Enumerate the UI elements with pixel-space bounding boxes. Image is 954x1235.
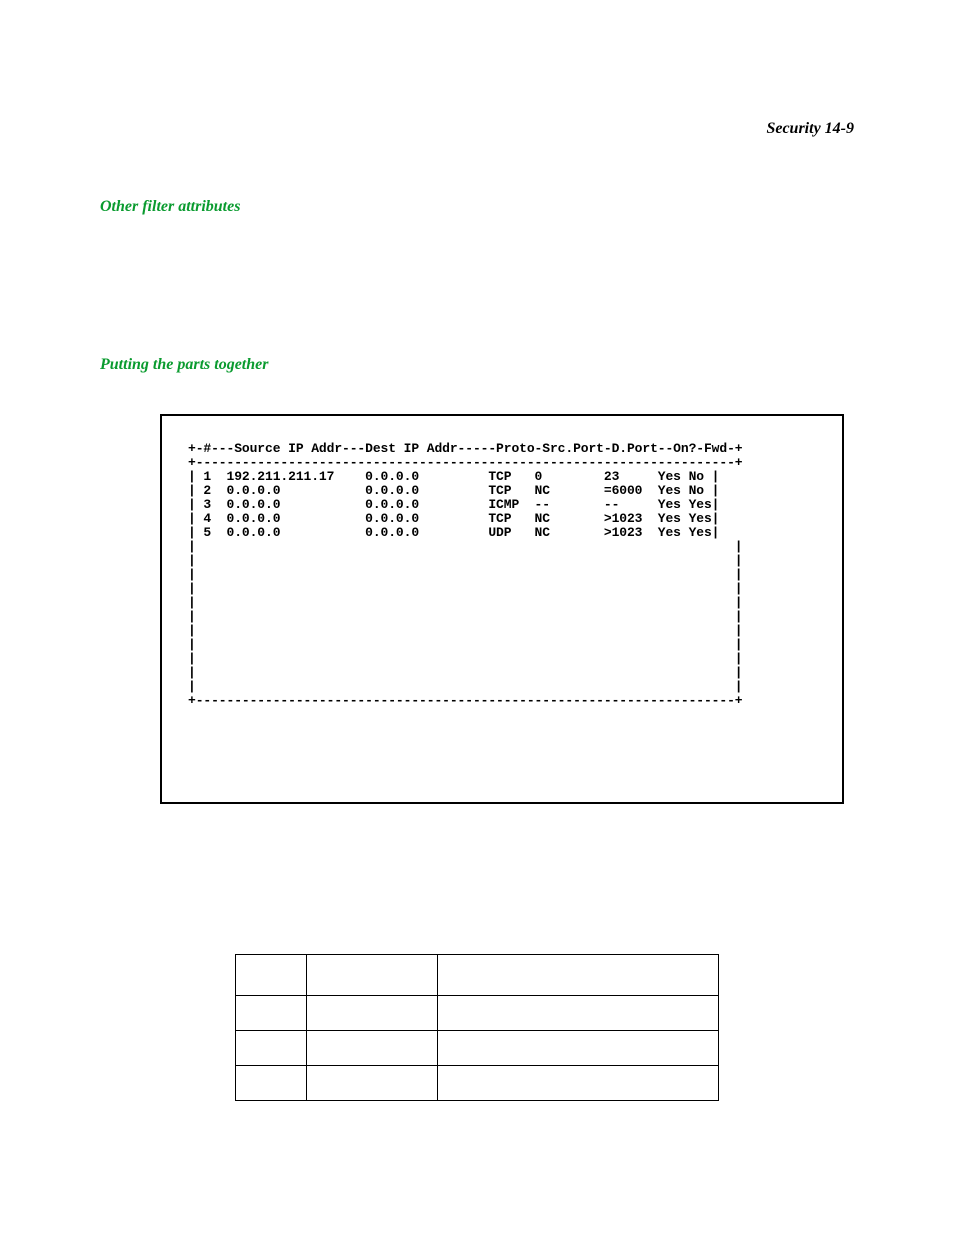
filter-terminal-box: +-#---Source IP Addr---Dest IP Addr-----… [160,414,844,804]
table-cell [236,996,307,1031]
table-cell [307,1066,438,1101]
table-row [236,1066,719,1101]
heading-putting-parts-together: Putting the parts together [100,356,854,374]
table-header-cell [236,955,307,996]
table-header-cell [307,955,438,996]
table-cell [307,1031,438,1066]
protocol-table [235,954,719,1101]
table-cell [438,1031,719,1066]
table-cell [236,1066,307,1101]
running-head: Security 14-9 [100,120,854,138]
table-header-row [236,955,719,996]
table-cell [236,1031,307,1066]
table-header-cell [438,955,719,996]
table-cell [438,1066,719,1101]
table-cell [307,996,438,1031]
heading-other-filter-attributes: Other filter attributes [100,198,854,216]
table-row [236,996,719,1031]
table-row [236,1031,719,1066]
table-cell [438,996,719,1031]
filter-ascii-table: +-#---Source IP Addr---Dest IP Addr-----… [188,442,822,708]
